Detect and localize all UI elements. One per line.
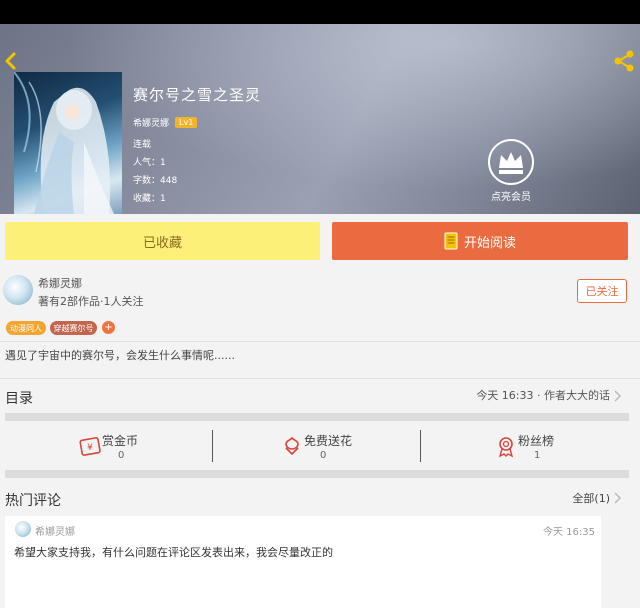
author-avatar[interactable] — [3, 275, 33, 305]
comment-card[interactable]: 希娜灵娜 今天 16:35 希望大家支持我，有什么问题在评论区发表出来，我会尽量… — [5, 516, 601, 608]
medal-icon — [498, 437, 514, 458]
comment-text: 希望大家支持我，有什么问题在评论区发表出来，我会尽量改正的 — [14, 546, 333, 559]
stat-label: 免费送花 — [304, 434, 353, 448]
gift-icon: ¥ — [79, 437, 101, 456]
divider — [420, 430, 421, 462]
stat-value: 0 — [320, 450, 327, 461]
author-name[interactable]: 希娜灵娜 — [133, 116, 169, 129]
comment-time: 今天 16:35 — [543, 527, 595, 538]
book-description: 遇见了宇宙中的赛尔号，会发生什么事情呢...... — [5, 349, 235, 362]
author-row: 希娜灵娜 Lv1 — [133, 114, 198, 130]
book-favorites-count: 收藏：1 — [133, 194, 166, 204]
favorited-button[interactable]: 已收藏 — [5, 222, 320, 260]
chevron-right-icon[interactable] — [612, 390, 622, 402]
stats-row: ¥ 赏金币 0 免费送花 0 粉丝榜 1 — [0, 428, 640, 468]
divider — [0, 341, 640, 342]
author-info-name[interactable]: 希娜灵娜 — [38, 275, 82, 291]
all-comments-link[interactable]: 全部(1) — [572, 490, 610, 506]
toc-label[interactable]: 目录 — [5, 388, 33, 408]
divider — [212, 430, 213, 462]
stat-value: 1 — [534, 450, 541, 461]
flower-icon — [285, 436, 299, 456]
section-separator — [5, 470, 629, 478]
book-title: 赛尔号之雪之圣灵 — [133, 86, 262, 104]
toc-latest-update[interactable]: 今天 16:33 · 作者大大的话 — [476, 387, 610, 403]
start-reading-label: 开始阅读 — [463, 235, 516, 251]
book-popularity: 人气：1 — [133, 158, 166, 168]
favorited-button-label: 已收藏 — [142, 235, 182, 251]
book-icon — [444, 232, 458, 250]
book-word-count: 字数：448 — [133, 176, 178, 186]
hot-comments-title: 热门评论 — [5, 493, 61, 509]
svg-text:¥: ¥ — [87, 443, 93, 453]
section-separator — [5, 413, 629, 421]
commenter-name[interactable]: 希娜灵娜 — [35, 523, 75, 538]
stat-label: 赏金币 — [102, 434, 139, 448]
tag-seer-travel[interactable]: 穿越赛尔号 — [50, 321, 97, 335]
author-works: 著有2部作品·1人关注 — [38, 295, 144, 308]
start-reading-button[interactable]: 开始阅读 — [332, 222, 628, 260]
book-cover-image[interactable] — [14, 72, 122, 214]
follow-button[interactable]: 已关注 — [577, 279, 627, 303]
stat-reward-coins[interactable]: ¥ 赏金币 0 — [78, 428, 278, 468]
stat-fan-ranking[interactable]: 粉丝榜 1 — [494, 428, 640, 468]
add-tag-button[interactable]: + — [102, 321, 115, 334]
back-arrow-icon[interactable] — [2, 49, 22, 73]
status-bar — [0, 0, 640, 24]
book-header: 赛尔号之雪之圣灵 希娜灵娜 Lv1 连载 人气：1 字数：448 收藏：1 点亮… — [0, 24, 640, 214]
stat-label: 粉丝榜 — [518, 434, 555, 448]
book-status: 连载 — [133, 140, 152, 150]
share-icon[interactable] — [612, 49, 636, 73]
chevron-right-icon[interactable] — [612, 492, 622, 504]
crown-icon[interactable] — [487, 138, 535, 186]
tag-anime-fanfic[interactable]: 动漫同人 — [6, 321, 46, 335]
level-badge: Lv1 — [175, 116, 198, 128]
vip-label[interactable]: 点亮会员 — [482, 188, 540, 203]
stat-value: 0 — [118, 450, 125, 461]
stat-free-flowers[interactable]: 免费送花 0 — [280, 428, 480, 468]
divider — [0, 378, 640, 379]
commenter-avatar[interactable] — [15, 521, 31, 537]
follow-button-label: 已关注 — [585, 285, 619, 298]
